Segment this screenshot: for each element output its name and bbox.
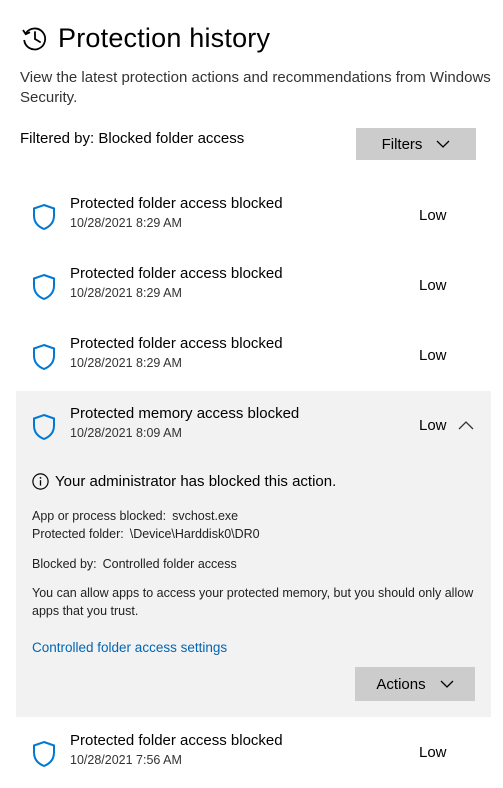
info-icon [32,473,49,490]
item-date: 10/28/2021 8:29 AM [70,286,182,300]
actions-button-label: Actions [376,675,426,693]
app-blocked-row: App or process blocked: svchost.exe [32,509,238,523]
blocked-by-label: Blocked by: [32,557,97,571]
severity-label: Low [419,347,447,364]
protected-folder-label: Protected folder: [32,527,124,541]
history-item-expanded: Protected memory access blocked 10/28/20… [16,391,491,717]
history-item[interactable]: Protected folder access blocked 10/28/20… [16,251,491,321]
severity-label: Low [419,277,447,294]
history-item-header[interactable]: Protected memory access blocked 10/28/20… [16,391,491,461]
actions-button[interactable]: Actions [355,667,475,701]
page-title: Protection history [58,22,271,53]
severity-label: Low [419,417,447,434]
severity-label: Low [419,744,447,761]
shield-icon [33,413,55,441]
admin-note: Your administrator has blocked this acti… [32,473,336,490]
blocked-by-row: Blocked by: Controlled folder access [32,557,237,571]
history-icon [22,27,47,51]
page-header: Protection history [20,20,270,56]
chevron-up-icon[interactable] [458,421,474,430]
item-date: 10/28/2021 8:29 AM [70,216,182,230]
shield-icon [33,343,55,371]
blocked-by-value: Controlled folder access [102,557,237,571]
shield-icon [33,203,55,231]
item-title: Protected memory access blocked [70,405,300,422]
history-item[interactable]: Protected folder access blocked 10/28/20… [16,181,491,251]
item-title: Protected folder access blocked [70,265,283,282]
item-date: 10/28/2021 8:29 AM [70,356,182,370]
item-title: Protected folder access blocked [70,195,283,212]
controlled-folder-access-settings-link[interactable]: Controlled folder access settings [32,640,227,655]
history-item[interactable]: Protected folder access blocked 10/28/20… [16,718,491,788]
chevron-down-icon [436,140,450,148]
page-description: View the latest protection actions and r… [20,69,491,106]
app-blocked-label: App or process blocked: [32,509,167,523]
item-title: Protected folder access blocked [70,732,283,749]
protected-folder-value: \Device\Harddisk0\DR0 [129,527,260,541]
protected-folder-row: Protected folder: \Device\Harddisk0\DR0 [32,527,260,541]
severity-label: Low [419,207,447,224]
item-date: 10/28/2021 7:56 AM [70,753,182,767]
filters-button-label: Filters [381,135,423,153]
filters-button[interactable]: Filters [356,128,476,160]
shield-icon [33,273,55,301]
app-blocked-value: svchost.exe [172,509,239,523]
item-date: 10/28/2021 8:09 AM [70,426,182,440]
shield-icon [33,740,55,768]
filter-status: Filtered by: Blocked folder access [20,130,245,147]
chevron-down-icon [440,680,454,688]
allow-apps-note: You can allow apps to access your protec… [32,586,474,618]
item-title: Protected folder access blocked [70,335,283,352]
history-item[interactable]: Protected folder access blocked 10/28/20… [16,321,491,391]
admin-note-text: Your administrator has blocked this acti… [55,473,337,490]
